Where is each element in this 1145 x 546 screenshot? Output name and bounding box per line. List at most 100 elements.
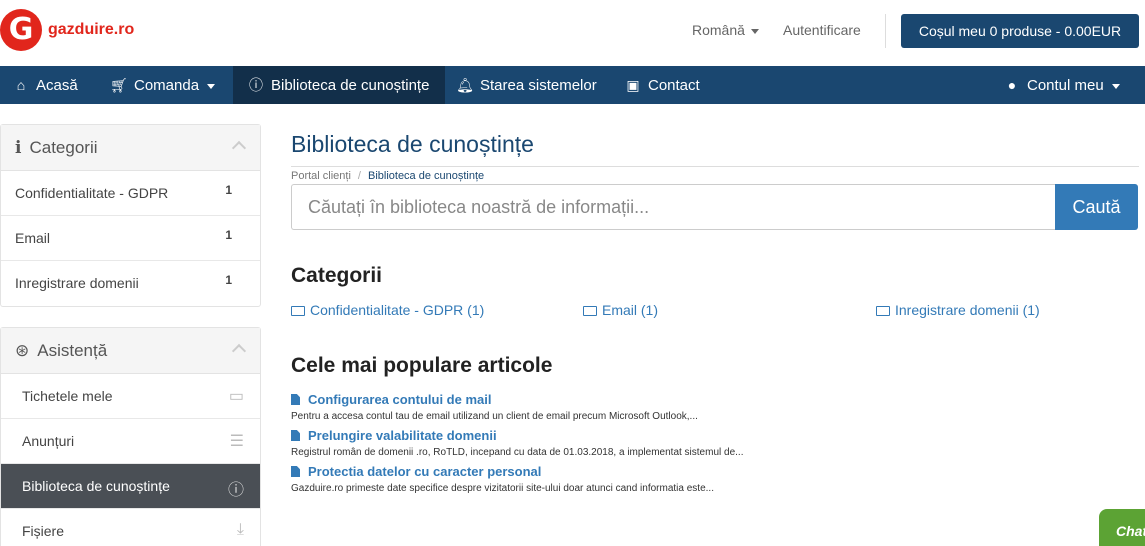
categories-panel: i Categorii Confidentialitate - GDPR 1 Em… xyxy=(0,124,261,307)
article-description: Pentru a accesa contul tau de email util… xyxy=(291,411,698,422)
info-icon: ⓘ xyxy=(227,482,244,499)
logo-text: gazduire.ro xyxy=(48,21,135,38)
list-item[interactable]: Inregistrare domenii 1 xyxy=(1,261,260,306)
category-label: Email (1) xyxy=(602,302,659,318)
chevron-up-icon[interactable] xyxy=(231,140,247,156)
nav-label: Contact xyxy=(648,77,700,94)
cart-icon: 🛒︎ xyxy=(110,77,128,93)
nav-label: Starea sistemelor xyxy=(480,77,597,94)
article-title: Prelungire valabilitate domenii xyxy=(308,428,497,443)
list-item-label: Anunțuri xyxy=(22,433,75,449)
sidebar-item-tickets[interactable]: Tichetele mele ▭ xyxy=(1,374,260,419)
nav-item-order[interactable]: 🛒︎ Comanda xyxy=(110,66,216,104)
chevron-down-icon xyxy=(207,83,216,89)
nav-item-contact[interactable]: ▣ Contact xyxy=(624,66,700,104)
article-link[interactable]: Protectia datelor cu caracter personal xyxy=(291,464,714,479)
categories-panel-header[interactable]: i Categorii xyxy=(1,125,260,171)
categories-heading: Categorii xyxy=(291,264,383,287)
chevron-down-icon xyxy=(1111,83,1120,89)
nav-item-knowledgebase[interactable]: ⓘ Biblioteca de cunoștințe xyxy=(233,66,445,104)
list-item-label: Fișiere xyxy=(22,523,65,539)
folder-icon xyxy=(876,306,890,316)
logo-letter: G xyxy=(8,12,34,47)
search-input[interactable] xyxy=(292,185,1056,229)
article-link[interactable]: Configurarea contului de mail xyxy=(291,392,698,407)
ticket-icon: ▭ xyxy=(228,388,244,405)
article-item: Protectia datelor cu caracter personal G… xyxy=(291,464,714,494)
bell-icon: 🔔︎ xyxy=(456,77,474,93)
article-link[interactable]: Prelungire valabilitate domenii xyxy=(291,428,743,443)
category-link[interactable]: Inregistrare domenii (1) xyxy=(876,302,1040,318)
cart-button[interactable]: Coșul meu 0 produse - 0.00EUR xyxy=(901,14,1139,48)
support-panel-header[interactable]: ⊛ Asistență xyxy=(1,328,260,374)
document-icon xyxy=(291,466,300,477)
sidebar-item-announcements[interactable]: Anunțuri ☰ xyxy=(1,419,260,464)
article-title: Configurarea contului de mail xyxy=(308,392,492,407)
count-badge: 1 xyxy=(225,273,232,287)
chevron-down-icon xyxy=(750,28,759,34)
count-badge: 1 xyxy=(225,228,232,242)
login-link[interactable]: Autentificare xyxy=(783,22,861,38)
user-icon: ● xyxy=(1007,77,1017,93)
search-button[interactable]: Caută xyxy=(1055,184,1138,230)
contact-icon: ▣ xyxy=(626,77,640,93)
chat-button[interactable]: Chat xyxy=(1099,509,1145,546)
list-item[interactable]: Email 1 xyxy=(1,216,260,261)
support-panel: ⊛ Asistență Tichetele mele ▭ Anunțuri ☰ B… xyxy=(0,327,261,546)
list-item-label: Inregistrare domenii xyxy=(15,275,139,291)
nav-label: Contul meu xyxy=(1027,77,1104,94)
logo-badge: G xyxy=(0,9,42,51)
popular-articles-heading: Cele mai populare articole xyxy=(291,354,553,377)
category-label: Inregistrare domenii (1) xyxy=(895,302,1040,318)
chevron-up-icon[interactable] xyxy=(231,343,247,359)
article-item: Prelungire valabilitate domenii Registru… xyxy=(291,428,743,458)
article-title: Protectia datelor cu caracter personal xyxy=(308,464,542,479)
nav-item-home[interactable]: ⌂ Acasă xyxy=(12,66,78,104)
nav-item-account[interactable]: ● Contul meu xyxy=(1003,66,1120,104)
folder-icon xyxy=(291,306,305,316)
download-icon: ⤓ xyxy=(236,521,244,538)
list-item-label: Email xyxy=(15,230,51,246)
nav-label: Biblioteca de cunoștințe xyxy=(271,77,430,94)
category-link[interactable]: Email (1) xyxy=(583,302,658,318)
panel-title-text: Asistență xyxy=(37,341,108,360)
panel-title: ⊛ Asistență xyxy=(15,341,107,361)
panel-title-text: Categorii xyxy=(29,138,98,157)
article-description: Registrul român de domenii .ro, RoTLD, i… xyxy=(291,447,744,458)
language-label: Română xyxy=(692,22,745,38)
category-link[interactable]: Confidentialitate - GDPR (1) xyxy=(291,302,484,318)
nav-item-system-status[interactable]: 🔔︎ Starea sistemelor xyxy=(456,66,597,104)
search-box xyxy=(291,184,1056,230)
divider xyxy=(291,166,1139,167)
language-dropdown[interactable]: Română xyxy=(692,22,759,38)
article-item: Configurarea contului de mail Pentru a a… xyxy=(291,392,698,422)
breadcrumb-separator: / xyxy=(357,170,361,182)
info-icon: i xyxy=(15,138,22,158)
nav-label: Acasă xyxy=(36,77,78,94)
list-item-label: Biblioteca de cunoștințe xyxy=(22,478,170,494)
divider xyxy=(885,14,886,48)
page-title: Biblioteca de cunoștințe xyxy=(291,131,534,157)
document-icon xyxy=(291,394,300,405)
sidebar-item-knowledgebase[interactable]: Biblioteca de cunoștințe ⓘ xyxy=(1,464,260,509)
main-navbar: ⌂ Acasă 🛒︎ Comanda ⓘ Biblioteca de cunoștin… xyxy=(0,66,1145,104)
list-item-label: Confidentialitate - GDPR xyxy=(15,185,169,201)
panel-title: i Categorii xyxy=(15,138,98,158)
top-header: G gazduire.ro Română Autentificare Coșul… xyxy=(0,0,1145,66)
list-item[interactable]: Confidentialitate - GDPR 1 xyxy=(1,171,260,216)
home-icon: ⌂ xyxy=(16,77,26,93)
lifebuoy-icon: ⊛ xyxy=(15,341,30,360)
list-icon: ☰ xyxy=(229,433,244,450)
nav-label: Comanda xyxy=(134,77,200,94)
document-icon xyxy=(291,430,300,441)
article-description: Gazduire.ro primeste date specifice desp… xyxy=(291,483,714,494)
sidebar-item-downloads[interactable]: Fișiere ⤓ xyxy=(1,509,260,546)
breadcrumb: Portal clienți / Biblioteca de cunoștințe xyxy=(291,170,484,182)
count-badge: 1 xyxy=(225,183,232,197)
category-label: Confidentialitate - GDPR (1) xyxy=(310,302,485,318)
logo[interactable]: G gazduire.ro xyxy=(0,9,134,51)
info-icon: ⓘ xyxy=(249,77,263,93)
breadcrumb-item[interactable]: Portal clienți xyxy=(291,170,351,182)
breadcrumb-current: Biblioteca de cunoștințe xyxy=(367,170,485,182)
folder-icon xyxy=(583,306,597,316)
